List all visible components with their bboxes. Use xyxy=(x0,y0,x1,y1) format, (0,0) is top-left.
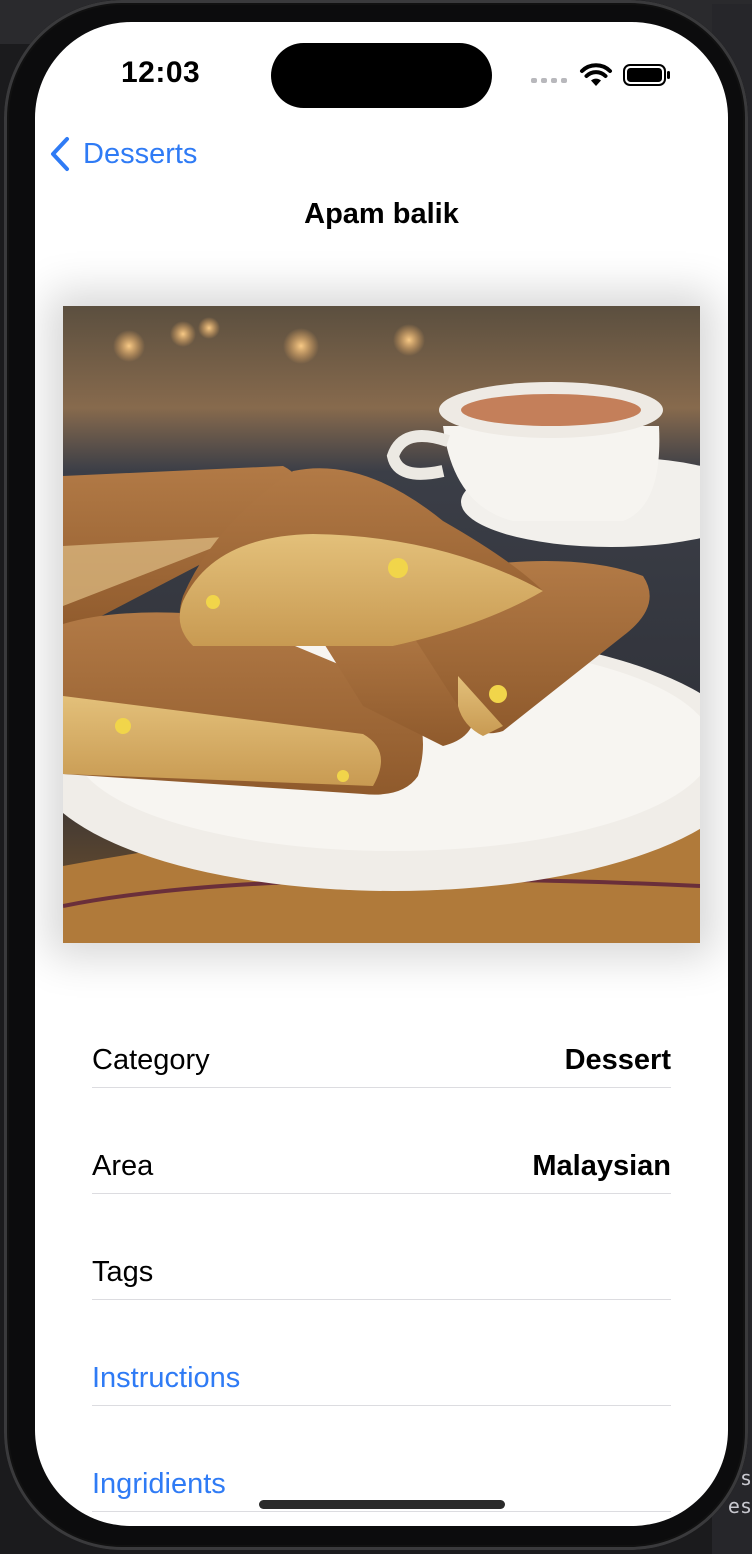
back-button[interactable]: Desserts xyxy=(49,136,197,172)
chevron-left-icon xyxy=(51,137,69,171)
instructions-row[interactable]: Instructions xyxy=(92,1300,671,1406)
signal-bars-icon xyxy=(531,78,567,83)
detail-row-area: Area Malaysian xyxy=(92,1088,671,1194)
instructions-link[interactable]: Instructions xyxy=(92,1362,240,1395)
detail-label: Area xyxy=(92,1150,154,1182)
detail-label: Category xyxy=(92,1044,210,1076)
page-title: Apam balik xyxy=(304,198,459,230)
ingredients-link[interactable]: Ingridients xyxy=(92,1468,226,1501)
detail-row-tags: Tags xyxy=(92,1194,671,1300)
dish-photo xyxy=(63,306,700,943)
dynamic-island xyxy=(271,43,492,108)
back-button-label: Desserts xyxy=(83,137,198,170)
battery-icon xyxy=(623,64,670,86)
wifi-icon xyxy=(580,63,612,86)
status-time: 12:03 xyxy=(121,56,201,89)
detail-label: Tags xyxy=(92,1256,154,1288)
dish-photo-card xyxy=(63,306,700,943)
detail-row-category: Category Dessert xyxy=(92,982,671,1088)
ingredients-row[interactable]: Ingridients xyxy=(92,1406,671,1512)
detail-value: Malaysian xyxy=(532,1150,671,1182)
detail-value: Dessert xyxy=(564,1044,671,1076)
phone-bezel: 12:03 Desserts Apam balik Category Desse… xyxy=(4,0,748,1550)
home-indicator[interactable] xyxy=(259,1500,505,1509)
phone-screen: 12:03 Desserts Apam balik Category Desse… xyxy=(35,22,728,1526)
